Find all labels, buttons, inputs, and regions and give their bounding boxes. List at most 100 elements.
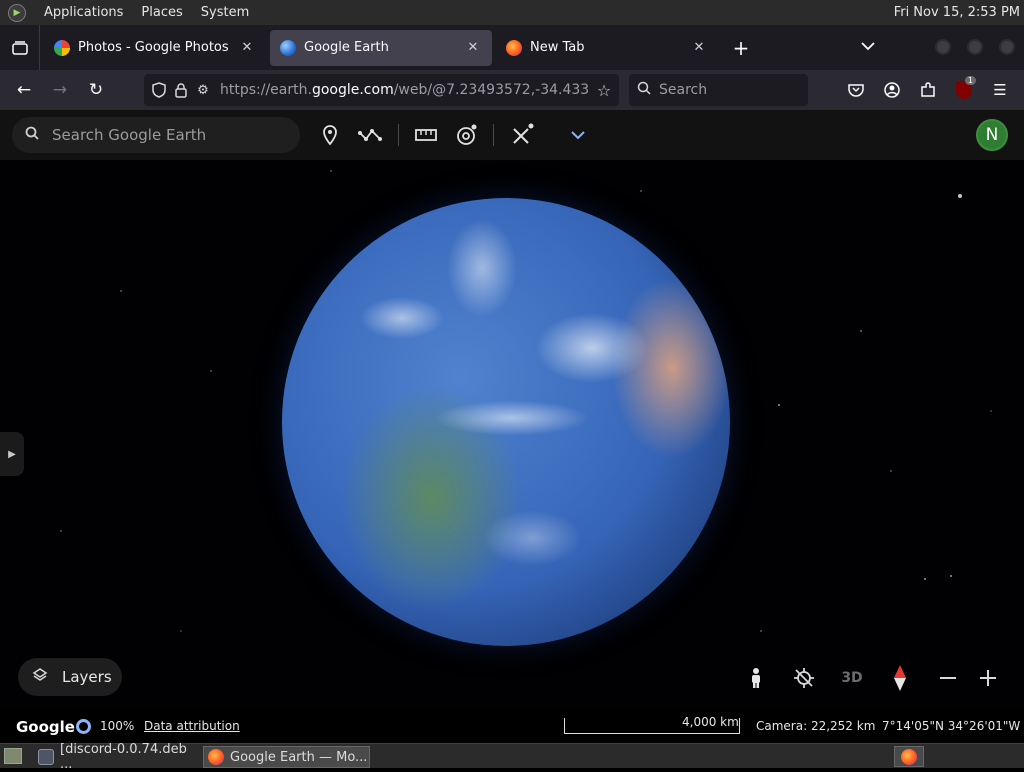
path-icon: [358, 129, 382, 141]
tab-new-tab[interactable]: New Tab ✕: [496, 30, 718, 66]
tab-google-photos[interactable]: Photos - Google Photos ✕: [44, 30, 266, 66]
layers-button[interactable]: Layers: [18, 658, 122, 696]
load-progress-text: 100%: [100, 719, 135, 733]
add-path-button[interactable]: [356, 121, 384, 149]
layers-label: Layers: [62, 668, 112, 686]
tab-list-button[interactable]: [0, 25, 40, 70]
reload-button[interactable]: ↻: [78, 74, 114, 106]
url-prefix: https://earth.: [220, 82, 312, 98]
ublock-origin-button[interactable]: 1: [946, 74, 982, 106]
pocket-button[interactable]: [838, 74, 874, 106]
url-path: /web/@7.23493572,-34.43360: [393, 82, 589, 98]
tab-strip: Photos - Google Photos ✕ Google Earth ✕ …: [0, 25, 1024, 70]
url-text[interactable]: https://earth.google.com/web/@7.23493572…: [214, 82, 589, 98]
zoom-in-button[interactable]: [974, 664, 1002, 692]
account-avatar[interactable]: N: [976, 119, 1008, 151]
toggle-3d-button[interactable]: 3D: [838, 664, 866, 692]
site-permissions-icon[interactable]: ⚙: [192, 74, 214, 106]
tracking-protection-shield-icon[interactable]: [148, 74, 170, 106]
pegman-icon: [752, 668, 760, 688]
taskbar-item-terminal[interactable]: [discord-0.0.74.deb ...: [34, 742, 200, 772]
show-desktop-icon[interactable]: [4, 748, 22, 764]
search-placeholder: Search Google Earth: [52, 126, 207, 144]
street-view-pegman-button[interactable]: [742, 664, 770, 692]
forward-arrow-icon: →: [52, 80, 68, 100]
google-photos-icon: [54, 39, 70, 56]
toolbar-icons: 1 ☰: [838, 74, 1018, 106]
camera-altitude: Camera: 22,252 km: [756, 719, 876, 733]
projects-button[interactable]: [508, 121, 536, 149]
taskbar-item-label: Google Earth — Mo...: [230, 749, 368, 765]
earth-globe[interactable]: [282, 198, 730, 646]
earth-status-bar: Google 100% Data attribution 4,000 km Ca…: [0, 710, 1024, 743]
measure-button[interactable]: [412, 121, 440, 149]
compass-icon: [894, 665, 906, 691]
location-button[interactable]: [790, 664, 818, 692]
close-window-button[interactable]: [999, 39, 1015, 55]
workspace-switcher[interactable]: [894, 746, 924, 767]
search-bar[interactable]: Search: [629, 74, 808, 106]
zoom-out-button[interactable]: [934, 664, 962, 692]
close-tab-icon[interactable]: ✕: [464, 40, 482, 55]
close-tab-icon[interactable]: ✕: [690, 40, 708, 55]
hamburger-menu-icon: ☰: [993, 81, 1007, 99]
data-attribution-link[interactable]: Data attribution: [144, 719, 240, 733]
pocket-icon: [848, 84, 864, 97]
dice-spin-icon: [457, 124, 477, 145]
search-icon: [629, 81, 659, 99]
search-google-earth-input[interactable]: Search Google Earth: [12, 117, 300, 153]
chevron-right-icon: ▶: [8, 448, 16, 460]
places-menu[interactable]: Places: [141, 5, 182, 20]
toolbar-divider: [398, 124, 399, 146]
top-panel-menus: ▶ Applications Places System: [0, 0, 267, 25]
account-button[interactable]: [874, 74, 910, 106]
firefox-icon: [901, 748, 917, 765]
compass-button[interactable]: [886, 664, 914, 692]
ruler-icon: [415, 129, 437, 141]
search-placeholder: Search: [659, 82, 708, 98]
extensions-button[interactable]: [910, 74, 946, 106]
new-tab-button[interactable]: +: [726, 33, 756, 63]
tools-icon: [513, 123, 534, 144]
list-all-tabs-button[interactable]: [858, 34, 878, 58]
navigation-toolbar: ← → ↻ ⚙ https://earth.google.com/web/@7.…: [0, 70, 1024, 110]
url-bar[interactable]: ⚙ https://earth.google.com/web/@7.234935…: [144, 74, 619, 106]
bottom-taskbar: [discord-0.0.74.deb ... Google Earth — M…: [0, 742, 1024, 772]
tab-title: Photos - Google Photos: [78, 40, 229, 55]
minimize-window-button[interactable]: [935, 39, 951, 55]
tab-google-earth[interactable]: Google Earth ✕: [270, 29, 492, 66]
taskbar-item-firefox[interactable]: Google Earth — Mo...: [203, 746, 370, 768]
add-placemark-button[interactable]: [316, 121, 344, 149]
applications-menu[interactable]: Applications: [44, 5, 123, 20]
bookmark-star-icon[interactable]: ☆: [589, 74, 619, 106]
toolbar-divider: [493, 124, 494, 146]
close-tab-icon[interactable]: ✕: [238, 40, 256, 55]
google-earth-app: Search Google Earth N ▶ Layers 3D Google…: [0, 110, 1024, 743]
back-button[interactable]: ←: [6, 74, 42, 106]
distro-logo-icon[interactable]: ▶: [8, 3, 26, 22]
loading-progress-ring-icon: [76, 719, 91, 734]
system-menu[interactable]: System: [201, 5, 249, 20]
plus-icon: [980, 670, 996, 686]
top-panel: ▶ Applications Places System Fri Nov 15,…: [0, 0, 1024, 25]
lock-icon[interactable]: [170, 74, 192, 106]
clock[interactable]: Fri Nov 15, 2:53 PM: [894, 0, 1020, 25]
feeling-lucky-button[interactable]: [452, 121, 480, 149]
terminal-icon: [38, 749, 54, 765]
extension-badge: 1: [964, 76, 976, 85]
side-panel-toggle[interactable]: ▶: [0, 432, 24, 476]
maximize-window-button[interactable]: [967, 39, 983, 55]
location-off-icon: [794, 668, 814, 688]
chevron-down-icon: [861, 42, 875, 51]
google-logo: Google: [16, 718, 75, 736]
tab-title: Google Earth: [304, 40, 389, 55]
tab-title: New Tab: [530, 40, 585, 55]
tab-list-icon: [11, 40, 28, 55]
earth-toolbar: Search Google Earth N: [0, 110, 1024, 160]
forward-button[interactable]: →: [42, 74, 78, 106]
app-menu-button[interactable]: ☰: [982, 74, 1018, 106]
puzzle-piece-icon: [921, 82, 935, 97]
layers-icon: [18, 667, 62, 687]
chevron-down-icon: [571, 131, 585, 140]
more-tools-button[interactable]: [564, 121, 592, 149]
